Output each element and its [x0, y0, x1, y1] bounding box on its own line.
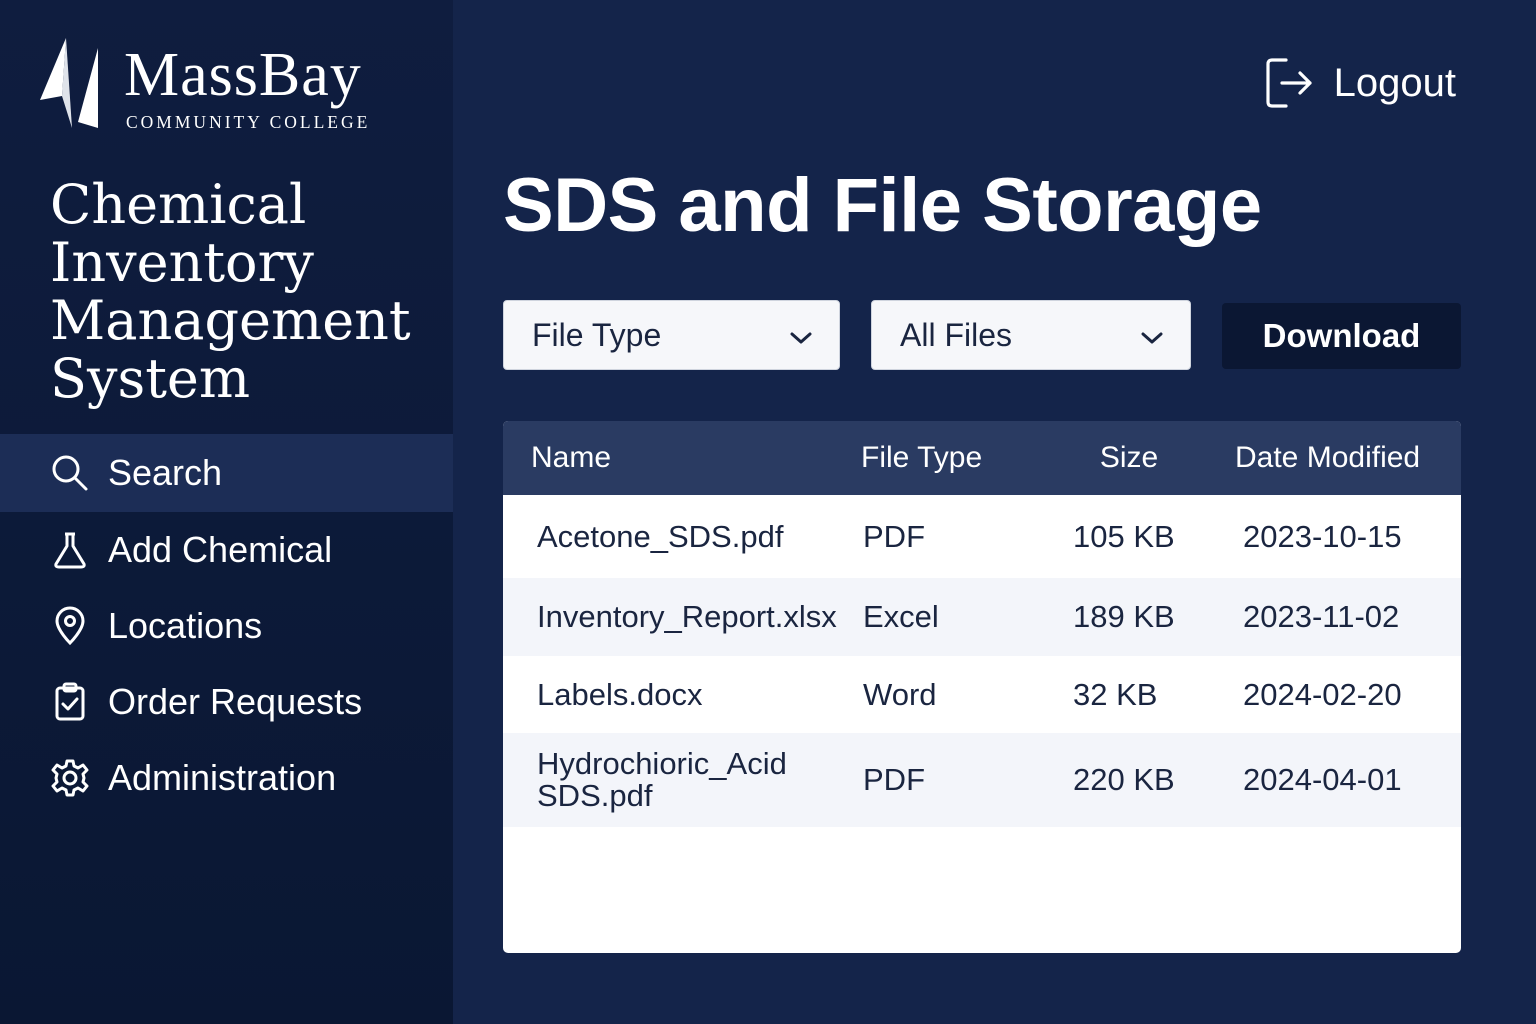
file-name: Inventory_Report.xlsx: [537, 599, 837, 634]
college-logo[interactable]: MassBay COMMUNITY COLLEGE: [36, 36, 416, 136]
logout-label: Logout: [1333, 60, 1456, 105]
file-name: Hydrochioric_Acid SDS.pdf: [537, 746, 787, 813]
column-header-name[interactable]: Name: [503, 442, 829, 474]
file-type: PDF: [863, 518, 925, 554]
college-subtitle: COMMUNITY COLLEGE: [126, 112, 371, 132]
sidebar-item-administration[interactable]: Administration: [0, 740, 453, 816]
file-size: 220 KB: [1073, 762, 1175, 797]
sidebar-item-label: Search: [108, 452, 223, 493]
sidebar-item-label: Order Requests: [108, 681, 363, 722]
file-date: 2024-04-01: [1243, 762, 1402, 797]
column-header-date-modified[interactable]: Date Modified: [1207, 441, 1459, 475]
files-table: Name File Type Size Date Modified Aceton…: [503, 421, 1461, 953]
logout-icon: [1264, 56, 1314, 110]
sidebar-item-order-requests[interactable]: Order Requests: [0, 664, 453, 740]
file-type: Word: [863, 676, 937, 712]
files-filter-select-value: All Files: [900, 316, 1013, 353]
table-row[interactable]: Acetone_SDS.pdf PDF 105 KB 2023-10-15: [503, 495, 1461, 578]
chevron-down-icon: [789, 317, 813, 354]
file-size: 105 KB: [1073, 518, 1175, 554]
sidebar: MassBay COMMUNITY COLLEGE Chemical Inven…: [0, 0, 453, 1024]
download-button[interactable]: Download: [1222, 303, 1461, 369]
main-content: Logout SDS and File Storage File Type Al…: [453, 0, 1536, 1024]
search-icon: [50, 453, 90, 493]
column-header-file-type[interactable]: File Type: [829, 441, 1051, 475]
file-date: 2023-10-15: [1243, 518, 1402, 554]
gear-icon: [50, 758, 90, 798]
college-name: MassBay: [124, 41, 362, 109]
clipboard-check-icon: [50, 682, 90, 722]
file-type: PDF: [863, 762, 925, 797]
file-date: 2024-02-20: [1243, 676, 1402, 712]
table-header: Name File Type Size Date Modified: [503, 421, 1461, 495]
file-type-select-value: File Type: [532, 316, 662, 353]
page-title: SDS and File Storage: [503, 163, 1262, 248]
file-size: 32 KB: [1073, 676, 1158, 712]
sailboat-logo-icon: [40, 38, 98, 128]
app-title: Chemical Inventory Management System: [50, 173, 411, 410]
sidebar-item-search[interactable]: Search: [0, 434, 453, 512]
table-row[interactable]: Inventory_Report.xlsx Excel 189 KB 2023-…: [503, 578, 1461, 656]
files-filter-select[interactable]: All Files: [871, 300, 1191, 370]
sidebar-item-add-chemical[interactable]: Add Chemical: [0, 512, 453, 588]
file-type-select[interactable]: File Type: [503, 300, 840, 370]
file-name: Acetone_SDS.pdf: [537, 518, 784, 554]
table-row[interactable]: Labels.docx Word 32 KB 2024-02-20: [503, 656, 1461, 733]
file-type: Excel: [863, 599, 939, 634]
sidebar-nav: Search Add Chemical Locations Order Requ…: [0, 434, 453, 816]
file-name: Labels.docx: [537, 676, 703, 712]
sidebar-item-label: Add Chemical: [108, 529, 333, 570]
sidebar-item-label: Administration: [108, 757, 337, 798]
file-date: 2023-11-02: [1243, 599, 1400, 634]
chevron-down-icon: [1140, 317, 1164, 354]
map-pin-icon: [50, 606, 90, 646]
column-header-size[interactable]: Size: [1051, 441, 1207, 475]
table-row[interactable]: Hydrochioric_Acid SDS.pdf PDF 220 KB 202…: [503, 733, 1461, 827]
file-size: 189 KB: [1073, 599, 1175, 634]
flask-icon: [50, 530, 90, 570]
logout-button[interactable]: Logout: [1264, 56, 1456, 110]
sidebar-item-label: Locations: [108, 605, 263, 646]
sidebar-item-locations[interactable]: Locations: [0, 588, 453, 664]
